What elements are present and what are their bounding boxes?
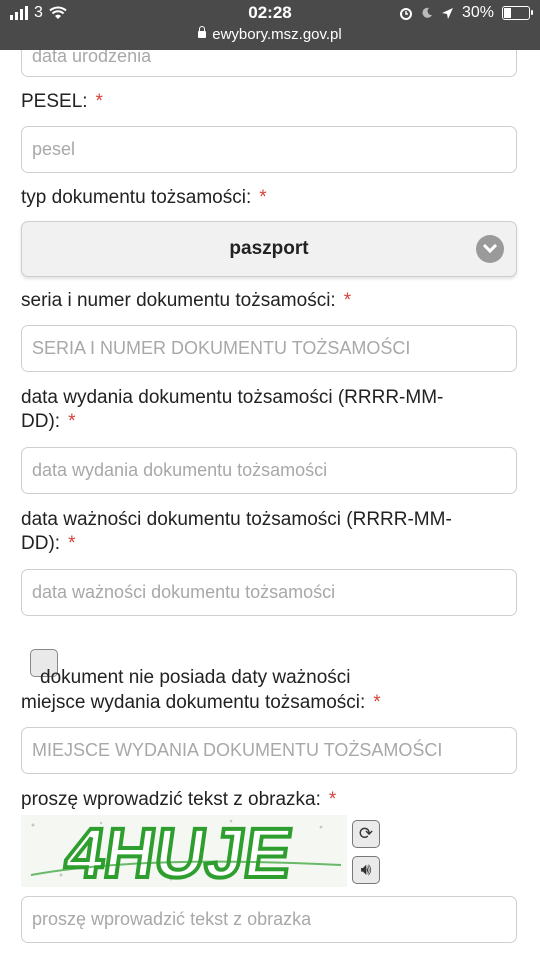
- alarm-icon: [399, 8, 412, 20]
- pesel-input[interactable]: pesel: [21, 126, 517, 173]
- doc-type-label: typ dokumentu tożsamości: *: [21, 186, 267, 210]
- status-icons-overlay: 30%: [399, 4, 533, 22]
- chevron-down-icon: [476, 235, 504, 263]
- url-text: ewybory.msz.gov.pl: [212, 26, 342, 43]
- required-marker: *: [259, 187, 267, 208]
- issue-place-input[interactable]: MIEJSCE WYDANIA DOKUMENTU TOŻSAMOŚCI: [21, 727, 517, 774]
- doc-number-input[interactable]: SERIA I NUMER DOKUMENTU TOŻSAMOŚCI: [21, 325, 517, 372]
- audio-captcha-button[interactable]: 🔊︎: [352, 856, 380, 884]
- doc-type-value: paszport: [229, 238, 309, 259]
- battery-percent: 30%: [461, 4, 494, 21]
- speaker-icon: 🔊︎: [360, 860, 372, 879]
- no-expiry-label[interactable]: dokument nie posiada daty ważności: [40, 666, 351, 690]
- required-marker: *: [68, 411, 76, 432]
- lock-icon: [198, 26, 207, 38]
- doc-number-label: seria i numer dokumentu tożsamości: *: [21, 289, 351, 313]
- expiry-date-label: data ważności dokumentu tożsamości (RRRR…: [21, 508, 452, 556]
- pesel-placeholder: pesel: [32, 139, 76, 159]
- required-marker: *: [95, 91, 103, 112]
- issue-date-label-line2: DD):: [21, 411, 61, 432]
- captcha-label: proszę wprowadzić tekst z obrazka: *: [21, 788, 336, 812]
- expiry-date-label-line2: DD):: [21, 533, 61, 554]
- captcha-input[interactable]: proszę wprowadzić tekst z obrazka: [21, 896, 517, 943]
- expiry-date-placeholder: data ważności dokumentu tożsamości: [32, 582, 336, 602]
- required-marker: *: [373, 692, 381, 713]
- doc-type-label-text: typ dokumentu tożsamości:: [21, 187, 252, 208]
- issue-place-label: miejsce wydania dokumentu tożsamości: *: [21, 691, 381, 715]
- required-marker: *: [328, 789, 337, 810]
- issue-place-label-text: miejsce wydania dokumentu tożsamości:: [21, 692, 366, 713]
- issue-date-placeholder: data wydania dokumentu tożsamości: [32, 460, 328, 480]
- pesel-label-text: PESEL:: [21, 91, 88, 112]
- required-marker: *: [343, 290, 352, 311]
- battery-icon: [502, 6, 533, 20]
- doc-number-label-text: seria i numer dokumentu tożsamości:: [21, 290, 336, 311]
- expiry-date-label-line1: data ważności dokumentu tożsamości (RRRR…: [21, 509, 452, 530]
- issue-date-input[interactable]: data wydania dokumentu tożsamości: [21, 447, 517, 494]
- expiry-date-input[interactable]: data ważności dokumentu tożsamości: [21, 569, 517, 616]
- captcha-text: 4HUJE: [60, 815, 297, 887]
- captcha-graphic: 4HUJE: [21, 815, 347, 887]
- doc-type-select[interactable]: paszport: [21, 221, 517, 277]
- address-bar[interactable]: ewybory.msz.gov.pl: [0, 26, 540, 43]
- moon-icon: [422, 7, 432, 18]
- issue-date-label: data wydania dokumentu tożsamości (RRRR-…: [21, 386, 443, 434]
- issue-place-placeholder: MIEJSCE WYDANIA DOKUMENTU TOŻSAMOŚCI: [32, 740, 443, 760]
- captcha-placeholder: proszę wprowadzić tekst z obrazka: [32, 909, 312, 929]
- doc-number-placeholder: SERIA I NUMER DOKUMENTU TOŻSAMOŚCI: [32, 338, 411, 358]
- captcha-image: 4HUJE: [21, 815, 347, 887]
- status-bar-overlay: 3 02:28 30% ewybory.msz.gov.pl: [0, 0, 540, 50]
- refresh-captcha-button[interactable]: ⟳: [352, 820, 380, 848]
- refresh-icon: ⟳: [358, 824, 374, 843]
- captcha-label-text: proszę wprowadzić tekst z obrazka:: [21, 789, 321, 810]
- required-marker: *: [68, 533, 76, 554]
- location-arrow-icon: [441, 7, 453, 19]
- issue-date-label-line1: data wydania dokumentu tożsamości (RRRR-…: [21, 387, 444, 408]
- pesel-label: PESEL: *: [21, 90, 103, 114]
